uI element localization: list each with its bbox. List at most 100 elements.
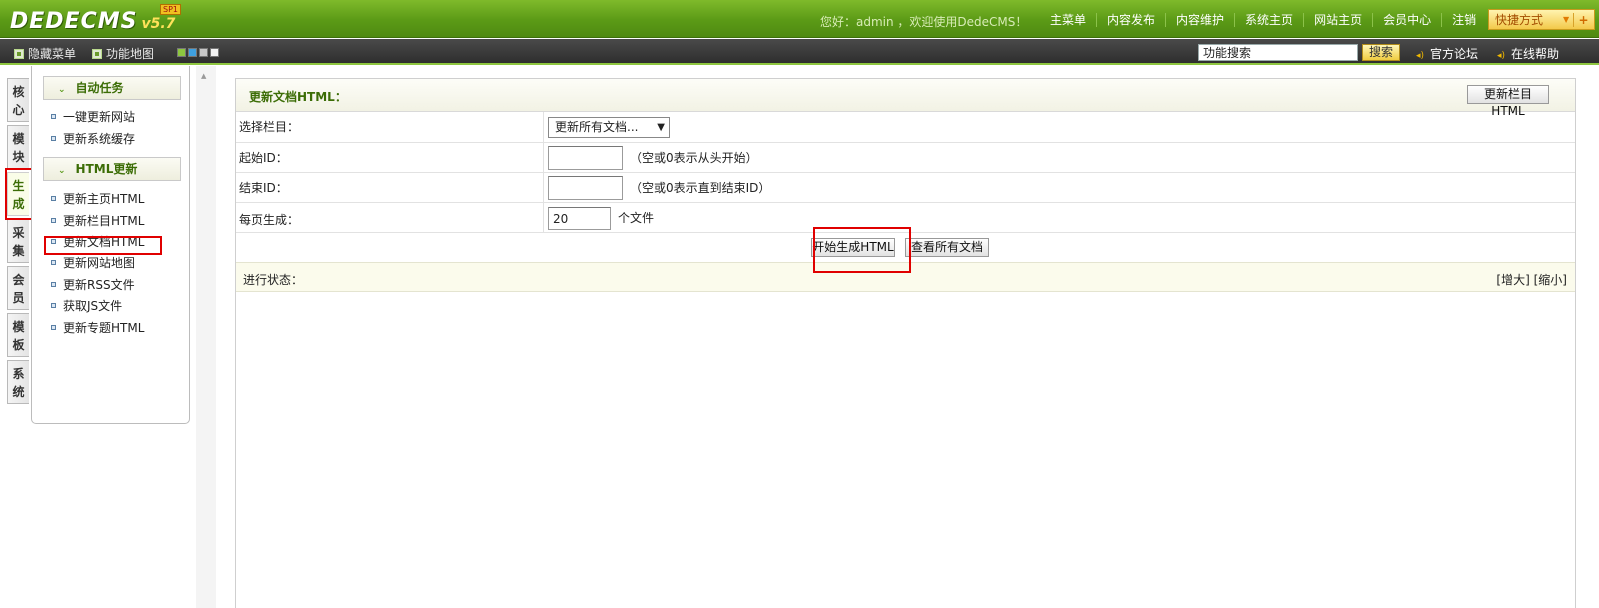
menu-item-update-homepage[interactable]: 更新主页HTML [51,190,144,207]
hide-menu-icon [14,48,24,59]
update-category-html-button[interactable]: 更新栏目HTML [1467,85,1549,118]
left-menu: ⌄ 自动任务 一键更新网站 更新系统缓存 ⌄ HTML更新 更新主页HTML 更新栏… [31,66,190,424]
start-id-input[interactable] [548,146,623,170]
per-page-unit: 个文件 [618,211,655,225]
menu-group-title: HTML更新 [75,162,138,176]
quick-menu[interactable]: 快捷方式 ▼ + [1488,9,1595,30]
tab-members[interactable]: 会员 [7,266,29,310]
logo-version: v5.7 [141,16,176,32]
search-button[interactable]: 搜索 [1362,44,1400,61]
theme-swatch-gray[interactable] [199,48,208,57]
help-label: 在线帮助 [1511,47,1560,61]
menu-item-label: 更新网站地图 [63,256,136,270]
quick-menu-label[interactable]: 快捷方式 [1489,11,1563,28]
menu-group-auto-tasks[interactable]: ⌄ 自动任务 [43,76,181,100]
menu-item-update-documents[interactable]: 更新文档HTML [51,233,144,250]
nav-content-publish[interactable]: 内容发布 [1097,13,1167,27]
row-divider [543,173,544,202]
menu-item-one-click-update[interactable]: 一键更新网站 [51,108,135,125]
grid-icon [92,48,102,59]
nav-content-maintain[interactable]: 内容维护 [1166,13,1236,27]
menu-group-title: 自动任务 [75,81,124,95]
nav-logout[interactable]: 注销 [1442,13,1486,27]
bullet-icon [51,325,56,330]
status-size-controls: [增大] [缩小] [1496,271,1567,288]
tab-templates[interactable]: 模板 [7,313,29,357]
end-id-hint: （空或0表示直到结束ID） [630,181,771,195]
function-search-input[interactable] [1198,44,1358,61]
end-id-input[interactable] [548,176,623,200]
theme-swatch-white[interactable] [210,48,219,57]
scroll-strip[interactable]: ▲ [196,66,216,608]
menu-item-update-sitemap[interactable]: 更新网站地图 [51,254,135,271]
nav-member-center[interactable]: 会员中心 [1373,13,1443,27]
bullet-icon [51,114,56,119]
bullet-icon [51,303,56,308]
bullet-icon [51,282,56,287]
menu-item-get-js[interactable]: 获取JS文件 [51,297,122,314]
menu-item-update-topics[interactable]: 更新专题HTML [51,319,144,336]
start-id-label: 起始ID： [239,151,288,165]
top-header: DEDECMS v5.7 SP1 您好：admin ，欢迎使用DedeCMS！ … [0,0,1599,38]
logo-text: DEDECMS [10,9,138,34]
bullet-icon [51,239,56,244]
main-panel: 更新文档HTML： 更新栏目HTML 选择栏目： 更新所有文档... ▼ 起始ID… [235,78,1576,608]
hide-menu-label: 隐藏菜单 [28,47,77,61]
scroll-up-icon[interactable]: ▲ [201,72,206,80]
menu-item-label: 更新文档HTML [63,235,145,249]
status-bar: 进行状态： [增大] [缩小] [236,262,1575,292]
category-select[interactable]: 更新所有文档... ▼ [548,117,670,138]
menu-item-label: 更新系统缓存 [63,132,136,146]
function-map-label: 功能地图 [106,47,155,61]
tab-core[interactable]: 核心 [7,78,29,122]
bullet-icon [51,260,56,265]
bullet-icon [51,136,56,141]
main-header: 更新文档HTML： 更新栏目HTML [236,79,1575,118]
category-select-value: 更新所有文档... [555,120,639,134]
menu-item-label: 更新RSS文件 [63,278,135,292]
logo-badge: SP1 [160,4,181,15]
menu-group-html-update[interactable]: ⌄ HTML更新 [43,157,181,181]
menu-item-label: 一键更新网站 [63,110,136,124]
nav-main-menu[interactable]: 主菜单 [1040,13,1098,27]
chevron-down-icon[interactable]: ▼ [1563,15,1573,24]
start-generate-button[interactable]: 开始生成HTML [811,238,895,257]
menu-item-label: 获取JS文件 [63,299,123,313]
per-page-row: 每页生成： 个文件 [236,203,1575,233]
function-map-button[interactable]: 功能地图 [92,45,154,62]
nav-site-home[interactable]: 网站主页 [1304,13,1374,27]
bullet-icon [51,218,56,223]
menu-item-label: 更新主页HTML [63,192,145,206]
menu-item-update-cache[interactable]: 更新系统缓存 [51,130,135,147]
row-divider [543,143,544,172]
theme-swatch-blue[interactable] [188,48,197,57]
forum-label: 官方论坛 [1430,47,1479,61]
shrink-link[interactable]: [缩小] [1534,273,1567,287]
menu-item-label: 更新专题HTML [63,321,145,335]
tab-system[interactable]: 系统 [7,360,29,404]
tab-collect[interactable]: 采集 [7,219,29,263]
page-title: 更新文档HTML： [249,90,347,104]
module-tabs: 核心 模块 生成 采集 会员 模板 系统 [7,78,31,407]
quick-add-button[interactable]: + [1573,12,1593,27]
help-link[interactable]: ◂) 在线帮助 [1497,45,1559,62]
nav-system-home[interactable]: 系统主页 [1235,13,1305,27]
per-page-input[interactable] [548,207,611,230]
enlarge-link[interactable]: [增大] [1496,273,1529,287]
chevron-down-icon: ⌄ [58,85,66,95]
view-all-documents-button[interactable]: 查看所有文档 [905,238,989,257]
tab-generate[interactable]: 生成 [7,172,29,216]
hide-menu-button[interactable]: 隐藏菜单 [14,45,76,62]
menu-item-update-category[interactable]: 更新栏目HTML [51,212,144,229]
tab-modules[interactable]: 模块 [7,125,29,169]
forum-link[interactable]: ◂) 官方论坛 [1416,45,1478,62]
speaker-icon: ◂) [1497,51,1506,61]
menu-item-label: 更新栏目HTML [63,214,145,228]
status-label: 进行状态： [243,273,304,287]
dropdown-arrow-icon: ▼ [657,122,665,133]
select-category-label: 选择栏目： [239,120,300,134]
theme-swatch-green[interactable] [177,48,186,57]
menu-item-update-rss[interactable]: 更新RSS文件 [51,276,135,293]
select-category-row: 选择栏目： 更新所有文档... ▼ [236,112,1575,143]
start-id-hint: （空或0表示从头开始） [630,151,758,165]
